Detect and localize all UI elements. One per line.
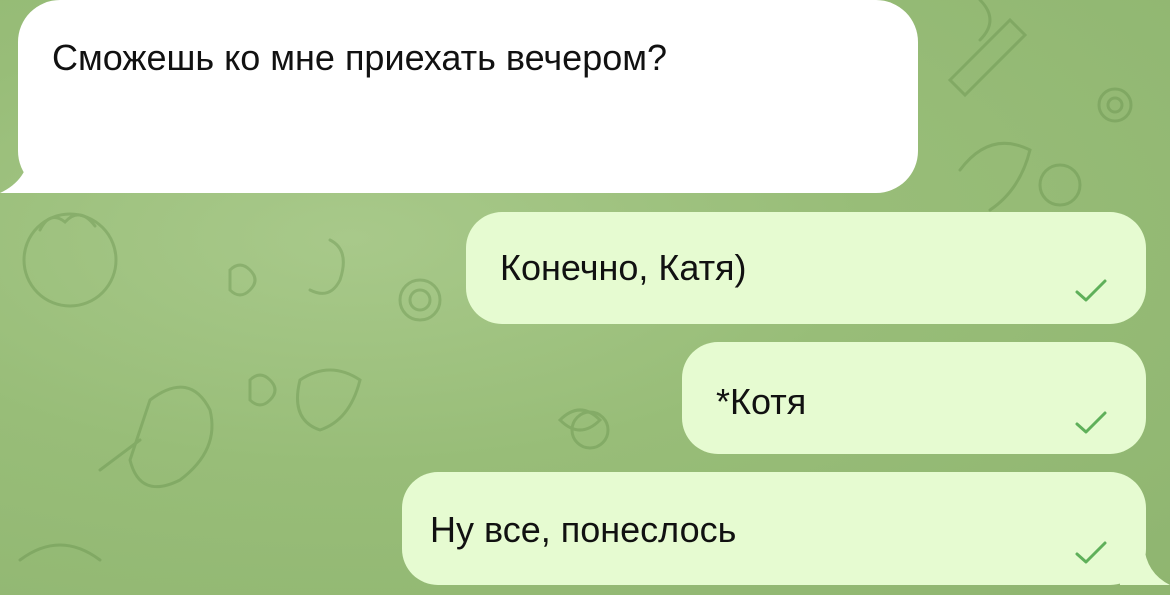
outgoing-message-bubble[interactable]: Ну все, понеслось	[402, 472, 1146, 585]
incoming-message-bubble[interactable]: Сможешь ко мне приехать вечером?	[18, 0, 918, 193]
outgoing-bubble-tail	[1120, 545, 1170, 585]
incoming-message-text: Сможешь ко мне приехать вечером?	[52, 37, 668, 78]
outgoing-message-bubble[interactable]: *Котя	[682, 342, 1146, 454]
incoming-bubble-tail	[0, 150, 60, 193]
single-check-icon	[1075, 411, 1107, 434]
outgoing-message-text: Конечно, Катя)	[500, 247, 747, 288]
outgoing-message-text: *Котя	[716, 381, 807, 422]
outgoing-message-bubble[interactable]: Конечно, Катя)	[466, 212, 1146, 324]
outgoing-message-text: Ну все, понеслось	[430, 509, 737, 550]
single-check-icon	[1075, 541, 1107, 564]
single-check-icon	[1075, 279, 1107, 302]
